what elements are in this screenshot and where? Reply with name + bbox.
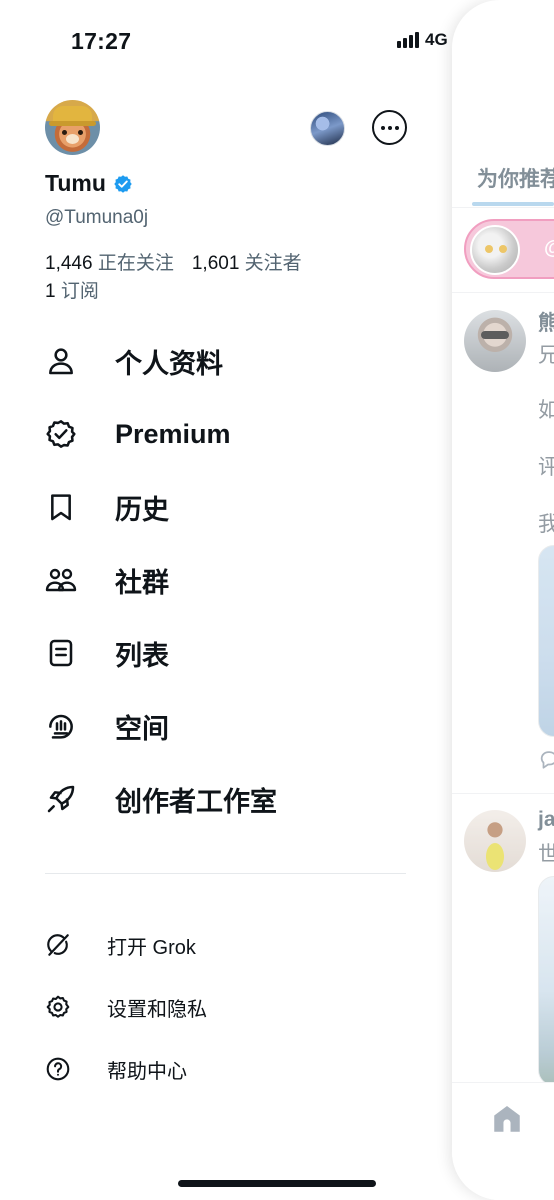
- more-dot: [394, 125, 399, 130]
- post-divider: [452, 292, 554, 293]
- menu-divider: [45, 873, 406, 874]
- status-time: 17:27: [71, 28, 132, 54]
- help-icon: [46, 1057, 70, 1081]
- post-media-image[interactable]: [538, 876, 554, 1086]
- side-drawer-screen: 17:27 4G Tumu @Tumuna0j 1,446 正在关注 1,601…: [0, 0, 554, 1200]
- followers-count: 1,601: [191, 253, 240, 274]
- menu-item-label: Premium: [115, 418, 231, 449]
- more-dot: [387, 125, 392, 130]
- post-text-line: 如: [538, 399, 554, 422]
- signal-icon: [397, 32, 419, 48]
- post-text-line: 我: [538, 513, 554, 536]
- post-media-image[interactable]: [538, 545, 554, 737]
- grok-icon: [47, 934, 69, 956]
- home-indicator[interactable]: [178, 1180, 376, 1187]
- menu-item-profile[interactable]: 个人资料: [45, 341, 223, 381]
- post-divider: [452, 793, 554, 794]
- menu-item-label: 历史: [115, 494, 169, 525]
- spaces-host-avatar: [470, 225, 520, 275]
- account-switcher-avatar[interactable]: [310, 111, 345, 146]
- post-text-line: 世: [538, 843, 554, 866]
- menu-item-communities[interactable]: 社群: [45, 560, 169, 600]
- menu-item-history[interactable]: 历史: [45, 487, 169, 527]
- more-options-button[interactable]: [372, 110, 407, 145]
- list-icon: [49, 639, 73, 667]
- post-author-avatar[interactable]: [464, 310, 526, 372]
- tab-for-you[interactable]: 为你推荐: [477, 163, 554, 193]
- menu-item-creator-studio[interactable]: 创作者工作室: [45, 779, 277, 819]
- post-text-line: 兄: [538, 344, 554, 367]
- profile-avatar[interactable]: [45, 100, 100, 155]
- avatar-eye: [62, 130, 67, 135]
- tab-divider: [452, 207, 554, 208]
- menu-item-open-grok[interactable]: 打开 Grok: [45, 930, 196, 960]
- menu-item-label: 打开 Grok: [107, 936, 196, 959]
- avatar-snout: [66, 134, 79, 144]
- post-text-line: 评: [538, 456, 554, 479]
- home-icon[interactable]: [490, 1102, 524, 1136]
- menu-item-label: 创作者工作室: [115, 786, 277, 817]
- rocket-icon: [47, 785, 75, 813]
- menu-item-settings-privacy[interactable]: 设置和隐私: [45, 992, 207, 1022]
- bookmark-icon: [51, 494, 71, 521]
- subscriptions-link[interactable]: 1 订阅: [45, 276, 99, 303]
- person-icon: [49, 348, 73, 375]
- menu-item-label: 个人资料: [115, 348, 223, 379]
- post-author-name[interactable]: 熊: [538, 307, 554, 337]
- more-dot: [380, 125, 385, 130]
- menu-item-label: 设置和隐私: [107, 998, 207, 1021]
- menu-item-label: 空间: [115, 713, 169, 744]
- menu-item-label: 帮助中心: [107, 1060, 187, 1083]
- spaces-pill-text: @: [544, 237, 554, 260]
- menu-item-spaces[interactable]: 空间: [45, 706, 169, 746]
- profile-handle: @Tumuna0j: [45, 207, 149, 228]
- menu-item-help-center[interactable]: 帮助中心: [45, 1054, 187, 1084]
- network-type: 4G: [425, 30, 448, 49]
- tab-active-indicator: [472, 202, 554, 206]
- following-label: 正在关注: [97, 253, 174, 274]
- avatar-eye: [78, 130, 83, 135]
- bottom-tab-bar: [452, 1082, 554, 1200]
- menu-item-premium[interactable]: Premium: [45, 414, 231, 454]
- menu-item-lists[interactable]: 列表: [45, 633, 169, 673]
- profile-name: Tumu: [45, 170, 106, 196]
- verified-badge-icon: [114, 174, 132, 193]
- premium-badge-icon: [46, 420, 76, 448]
- post-author-avatar[interactable]: [464, 810, 526, 872]
- reply-icon[interactable]: [538, 748, 554, 770]
- menu-item-label: 列表: [115, 640, 169, 671]
- spaces-icon: [49, 714, 73, 739]
- following-link[interactable]: 1,446 正在关注: [45, 248, 174, 275]
- menu-item-label: 社群: [115, 567, 169, 598]
- communities-icon: [45, 568, 77, 592]
- gear-icon: [46, 995, 70, 1018]
- avatar-hat-brim: [49, 121, 96, 126]
- spaces-live-pill[interactable]: @: [464, 219, 554, 279]
- home-timeline-peek[interactable]: 为你推荐 @ 熊 兄 如 评 我 ja 世: [452, 0, 554, 1200]
- post-author-name[interactable]: ja: [538, 808, 554, 832]
- profile-name-row[interactable]: Tumu: [45, 170, 133, 197]
- following-count: 1,446: [45, 253, 93, 274]
- subscriptions-count: 1: [45, 281, 56, 302]
- followers-link[interactable]: 1,601 关注者: [192, 248, 302, 275]
- subscriptions-label: 订阅: [60, 281, 99, 302]
- follow-stats: 1,446 正在关注 1,601 关注者: [45, 248, 302, 275]
- followers-label: 关注者: [244, 253, 302, 274]
